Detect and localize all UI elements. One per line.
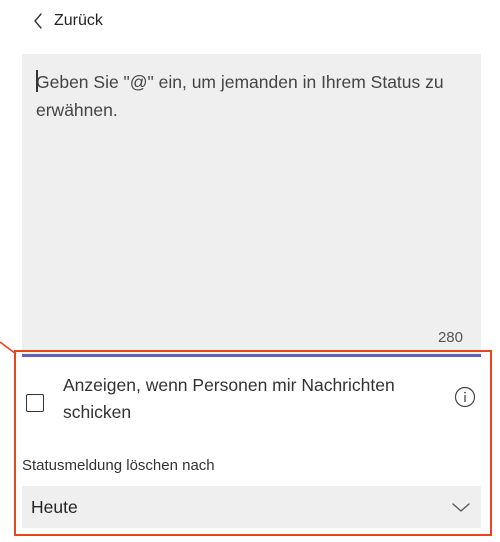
input-focus-underline bbox=[22, 354, 481, 357]
clear-after-label: Statusmeldung löschen nach bbox=[22, 457, 215, 474]
back-button[interactable]: Zurück bbox=[30, 8, 103, 34]
chevron-down-icon bbox=[451, 498, 471, 516]
clear-after-selected-value: Heute bbox=[31, 497, 78, 517]
chevron-left-icon bbox=[30, 11, 46, 31]
text-caret bbox=[36, 70, 38, 92]
show-when-messaging-label[interactable]: Anzeigen, wenn Personen mir Nachrichten … bbox=[63, 372, 413, 426]
annotation-callout-line bbox=[0, 336, 20, 356]
status-message-placeholder: Geben Sie "@" ein, um jemanden in Ihrem … bbox=[36, 72, 444, 120]
character-counter: 280 bbox=[437, 329, 463, 346]
back-label: Zurück bbox=[54, 12, 103, 29]
show-when-messaging-checkbox[interactable] bbox=[26, 394, 44, 412]
show-when-messaging-row: Anzeigen, wenn Personen mir Nachrichten … bbox=[22, 372, 481, 432]
set-status-message-screen: Zurück Geben Sie "@" ein, um jemanden in… bbox=[0, 0, 500, 542]
clear-after-dropdown[interactable]: Heute bbox=[22, 486, 481, 528]
info-icon[interactable] bbox=[454, 386, 476, 408]
status-message-input[interactable]: Geben Sie "@" ein, um jemanden in Ihrem … bbox=[22, 54, 481, 354]
